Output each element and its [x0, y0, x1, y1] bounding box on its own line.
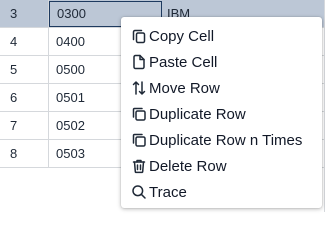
move-arrows-icon: [130, 80, 147, 97]
menu-item-paste-cell[interactable]: Paste Cell: [121, 49, 322, 75]
menu-item-copy-cell[interactable]: Copy Cell: [121, 23, 322, 49]
context-menu: Copy Cell Paste Cell Move Row Duplicate …: [121, 17, 322, 208]
search-icon: [130, 184, 147, 201]
trash-icon: [130, 158, 147, 175]
menu-item-label: Copy Cell: [149, 27, 215, 45]
row-number: 7: [0, 112, 49, 139]
row-number: 5: [0, 56, 49, 83]
row-number: 6: [0, 84, 49, 111]
menu-item-move-row[interactable]: Move Row: [121, 75, 322, 101]
row-number: 8: [0, 140, 49, 167]
menu-item-duplicate-row-n-times[interactable]: Duplicate Row n Times: [121, 127, 322, 153]
copy-icon: [130, 28, 147, 45]
row-number: 4: [0, 28, 49, 55]
row-number: 3: [0, 0, 49, 27]
menu-item-label: Duplicate Row n Times: [149, 131, 303, 149]
menu-item-delete-row[interactable]: Delete Row: [121, 153, 322, 179]
menu-item-trace[interactable]: Trace: [121, 179, 322, 205]
file-icon: [130, 54, 147, 71]
duplicate-icon: [130, 106, 147, 123]
menu-item-label: Move Row: [149, 79, 220, 97]
menu-item-duplicate-row[interactable]: Duplicate Row: [121, 101, 322, 127]
menu-item-label: Duplicate Row: [149, 105, 246, 123]
menu-item-label: Paste Cell: [149, 53, 218, 71]
menu-item-label: Trace: [149, 183, 187, 201]
menu-item-label: Delete Row: [149, 157, 227, 175]
duplicate-icon: [130, 132, 147, 149]
